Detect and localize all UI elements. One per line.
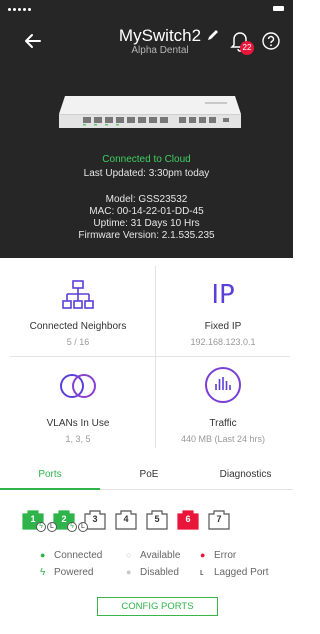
lightning-icon: ϟ [40,567,46,578]
back-arrow-icon[interactable] [22,30,44,52]
tile-label: VLANs In Use [46,418,110,429]
tile-value: 5 / 16 [66,337,90,347]
legend-error: ● Error [200,550,237,561]
legend-connected: ● Connected [40,550,103,561]
device-model: Model: GSS23532 [105,194,188,205]
help-icon[interactable] [262,32,280,50]
port-3[interactable]: 3L [78,510,106,532]
tile-fixed-ip[interactable]: IP Fixed IP 192.168.123.0.1 [150,260,293,356]
available-dot-icon: ○ [126,550,132,560]
tab-bar: Ports PoE Diagnostics [0,460,293,490]
disabled-dot-icon: ● [126,567,132,577]
switch-detail-screen: MySwitch2 Alpha Dental 22 Connected to C… [0,0,293,634]
power-indicator-icon: ϟ [67,522,77,532]
location-name: Alpha Dental [131,45,189,56]
device-mac: MAC: 00-14-22-01-DD-45 [89,206,204,217]
legend-lagged: ʟ Lagged Port [200,567,269,578]
tab-diagnostics[interactable]: Diagnostics [198,460,293,490]
lag-indicator-icon: L [47,522,57,532]
traffic-bars-icon [205,367,241,403]
last-updated: Last Updated: 3:30pm today [83,168,210,179]
port-1[interactable]: 1ϟ [22,510,46,532]
tile-value: 192.168.123.0.1 [190,337,256,347]
port-4[interactable]: 4 [115,510,137,530]
cloud-status: Connected to Cloud [102,154,191,165]
port-5[interactable]: 5 [146,510,168,530]
port-number: 5 [154,514,160,524]
device-header: MySwitch2 Alpha Dental 22 Connected to C… [0,0,293,258]
config-ports-button[interactable]: CONFIG PORTS [97,597,218,616]
port-7[interactable]: 7 [208,510,230,530]
legend-available: ○ Available [126,550,181,561]
connected-dot-icon: ● [40,550,46,560]
lag-icon: ʟ [200,567,204,577]
vlan-circles-icon [60,374,96,398]
notification-badge: 22 [240,41,254,55]
ip-icon: IP [211,280,235,310]
power-indicator-icon: ϟ [36,522,46,532]
device-uptime: Uptime: 31 Days 10 Hrs [93,218,200,229]
tab-poe[interactable]: PoE [100,460,198,490]
signal-icon [8,4,31,14]
tile-label: Connected Neighbors [29,321,127,332]
tile-divider-horizontal [10,356,290,357]
switch-device-image [59,96,241,128]
tab-ports[interactable]: Ports [0,460,100,490]
network-icon [62,280,94,309]
lag-indicator-icon: L [78,522,88,532]
port-number: 7 [216,514,222,524]
tile-traffic[interactable]: Traffic 440 MB (Last 24 hrs) [150,358,293,454]
firmware-version: Firmware Version: 2.1.535.235 [78,230,215,241]
tile-label: Fixed IP [204,321,242,332]
edit-pencil-icon[interactable] [206,28,220,42]
legend-powered: ϟ Powered [40,567,94,578]
port-strip: 1ϟ2Lϟ3L4567 [14,510,293,534]
battery-icon [273,6,284,11]
tile-label: Traffic [209,418,237,429]
port-2[interactable]: 2Lϟ [47,510,77,532]
port-number: 4 [123,514,129,524]
error-dot-icon: ● [200,550,206,560]
tile-vlans-in-use[interactable]: VLANs In Use 1, 3, 5 [5,358,151,454]
active-tab-indicator [0,488,100,490]
port-number: 6 [185,514,191,524]
tile-connected-neighbors[interactable]: Connected Neighbors 5 / 16 [5,260,151,356]
summary-tiles: Connected Neighbors 5 / 16 IP Fixed IP 1… [0,258,293,454]
tile-value: 440 MB (Last 24 hrs) [180,434,266,444]
tile-value: 1, 3, 5 [65,434,91,444]
legend-disabled: ● Disabled [126,567,179,578]
port-number: 3 [92,514,98,524]
port-6[interactable]: 6 [177,510,199,530]
